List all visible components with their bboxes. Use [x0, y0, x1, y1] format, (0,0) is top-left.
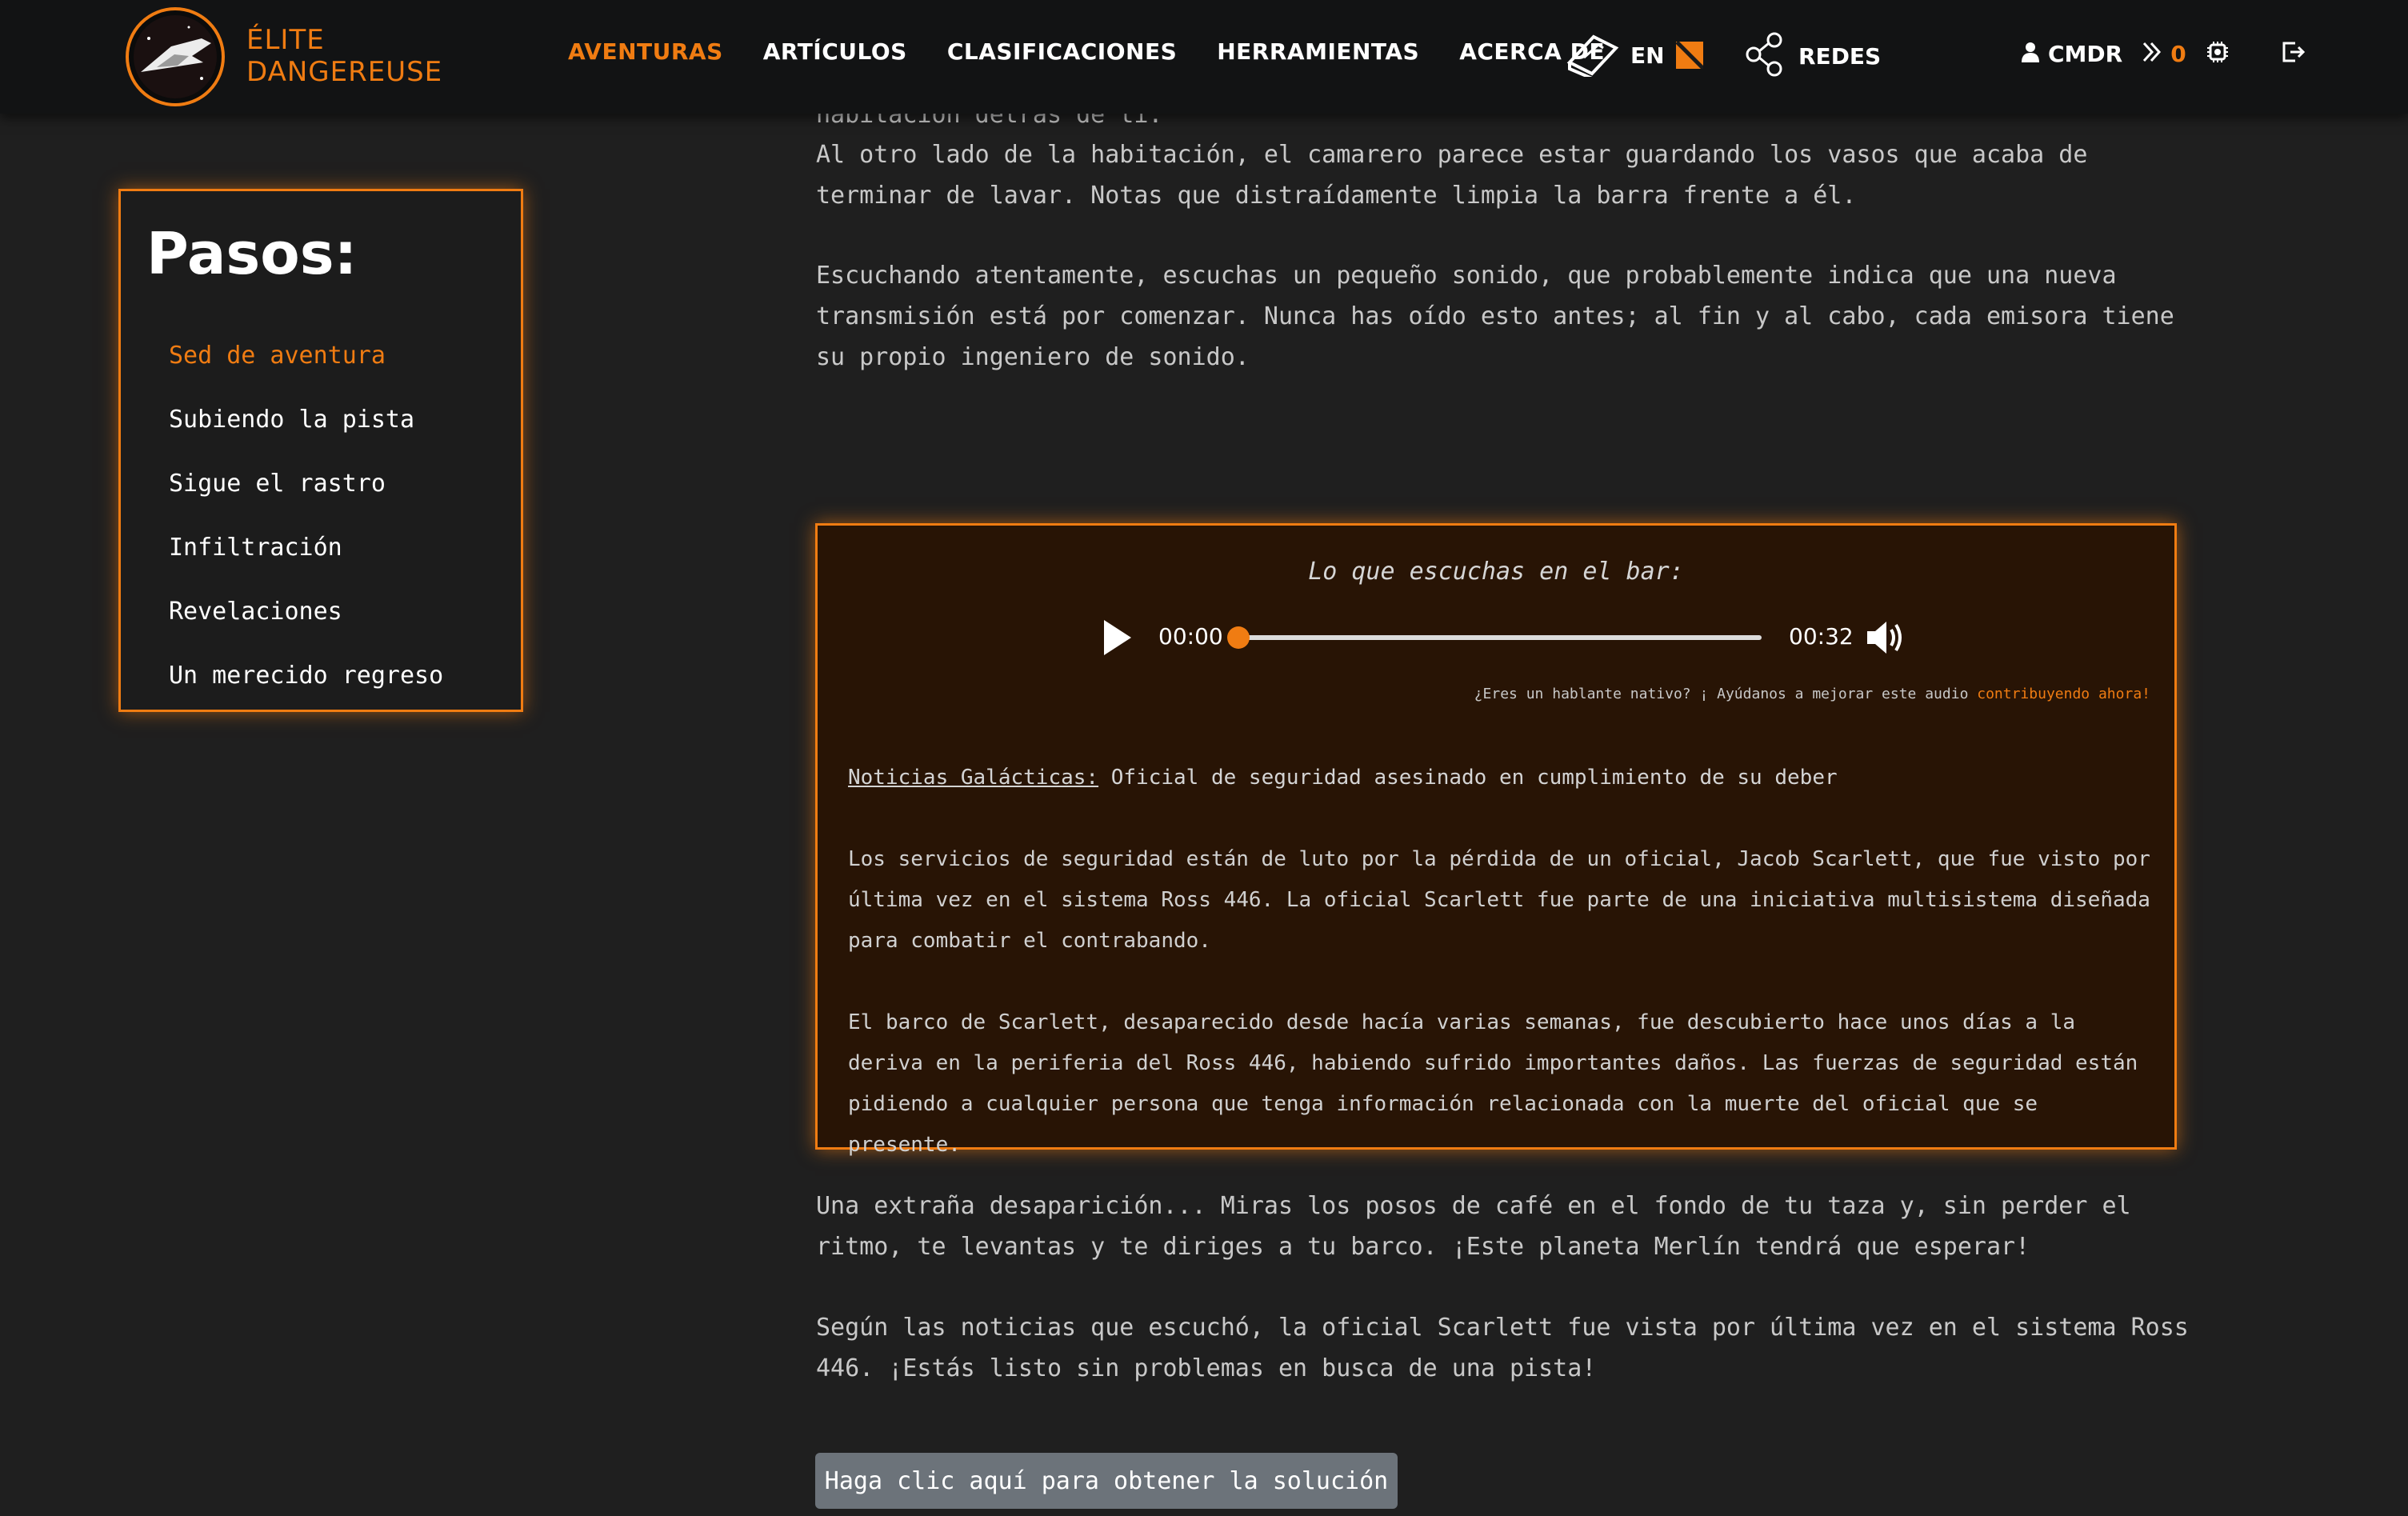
- current-time: 00:00: [1158, 623, 1223, 650]
- chevrons-icon: [2142, 41, 2162, 66]
- credits-count: 0: [2170, 40, 2186, 67]
- show-solution-button[interactable]: Haga clic aquí para obtener la solución: [815, 1453, 1398, 1509]
- audio-title: Lo que escuchas en el bar:: [1308, 558, 1684, 586]
- user-area: CMDR 0: [2021, 40, 2306, 67]
- language-selector[interactable]: EN: [1566, 30, 1703, 80]
- step-item[interactable]: Infiltración: [169, 516, 443, 580]
- news-source-label: Noticias Galácticas:: [848, 766, 1099, 790]
- brand-line-1: ÉLITE: [246, 24, 325, 56]
- share-label[interactable]: REDES: [1798, 43, 1881, 70]
- contribute-notice: ¿Eres un hablante nativo? ¡ Ayúdanos a m…: [1474, 686, 2150, 702]
- nav-articulos[interactable]: ARTÍCULOS: [763, 38, 907, 65]
- news-headline-text: Oficial de seguridad asesinado en cumpli…: [1110, 766, 1838, 790]
- nav-aventuras[interactable]: AVENTURAS: [568, 38, 723, 65]
- contribute-link[interactable]: contribuyendo ahora!: [1977, 686, 2150, 702]
- step-item[interactable]: Subiendo la pista: [169, 388, 443, 452]
- audio-progress-thumb[interactable]: [1227, 626, 1250, 649]
- nav-clasificaciones[interactable]: CLASIFICACIONES: [947, 38, 1177, 65]
- flag-icon[interactable]: [1675, 42, 1703, 69]
- settings-chip-icon[interactable]: [2206, 40, 2230, 67]
- language-label[interactable]: EN: [1630, 42, 1665, 69]
- nav-herramientas[interactable]: HERRAMIENTAS: [1217, 38, 1419, 65]
- audio-transcript-box: Lo que escuchas en el bar: 00:00 00:32 ¿…: [815, 523, 2177, 1157]
- duration-time: 00:32: [1789, 623, 1854, 650]
- steps-list: Sed de aventura Subiendo la pista Sigue …: [169, 324, 443, 708]
- news-paragraph-1: Los servicios de seguridad están de luto…: [848, 847, 2150, 953]
- brand-name[interactable]: ÉLITE DANGEREUSE: [246, 24, 442, 88]
- step-item[interactable]: Revelaciones: [169, 580, 443, 644]
- steps-title: Pasos:: [146, 220, 358, 287]
- logo-ship-icon[interactable]: [125, 6, 226, 107]
- cmdr-label[interactable]: CMDR: [2048, 41, 2122, 67]
- audio-progress-track[interactable]: [1234, 635, 1762, 640]
- logout-icon[interactable]: [2281, 40, 2306, 67]
- step-item[interactable]: Sigue el rastro: [169, 452, 443, 516]
- paragraph-disappearance: Una extraña desaparición... Miras los po…: [816, 1192, 2131, 1261]
- book-icon[interactable]: [1566, 30, 1619, 80]
- top-navbar: ÉLITE DANGEREUSE AVENTURAS ARTÍCULOS CLA…: [0, 0, 2408, 114]
- step-item[interactable]: Sed de aventura: [169, 324, 443, 388]
- share-icon[interactable]: [1744, 32, 1784, 80]
- share-menu[interactable]: REDES: [1744, 32, 1881, 80]
- paragraph-bartender: Al otro lado de la habitación, el camare…: [816, 141, 2088, 210]
- volume-icon[interactable]: [1864, 618, 1906, 660]
- audio-player: 00:00 00:32: [1090, 614, 1906, 662]
- contribute-text: ¿Eres un hablante nativo? ¡ Ayúdanos a m…: [1474, 686, 1978, 702]
- paragraph-sound: Escuchando atentamente, escuchas un pequ…: [816, 262, 2174, 371]
- main-nav: AVENTURAS ARTÍCULOS CLASIFICACIONES HERR…: [568, 38, 1645, 65]
- play-icon[interactable]: [1104, 620, 1131, 655]
- steps-sidebar: Pasos: Sed de aventura Subiendo la pista…: [118, 189, 523, 712]
- news-paragraph-2: El barco de Scarlett, desaparecido desde…: [848, 1010, 2138, 1157]
- brand-line-2: DANGEREUSE: [246, 56, 443, 88]
- paragraph-news-summary: Según las noticias que escuchó, la ofici…: [816, 1314, 2189, 1382]
- user-icon[interactable]: [2021, 42, 2040, 66]
- step-item[interactable]: Un merecido regreso: [169, 644, 443, 708]
- news-headline: Noticias Galácticas: Oficial de segurida…: [848, 766, 1838, 790]
